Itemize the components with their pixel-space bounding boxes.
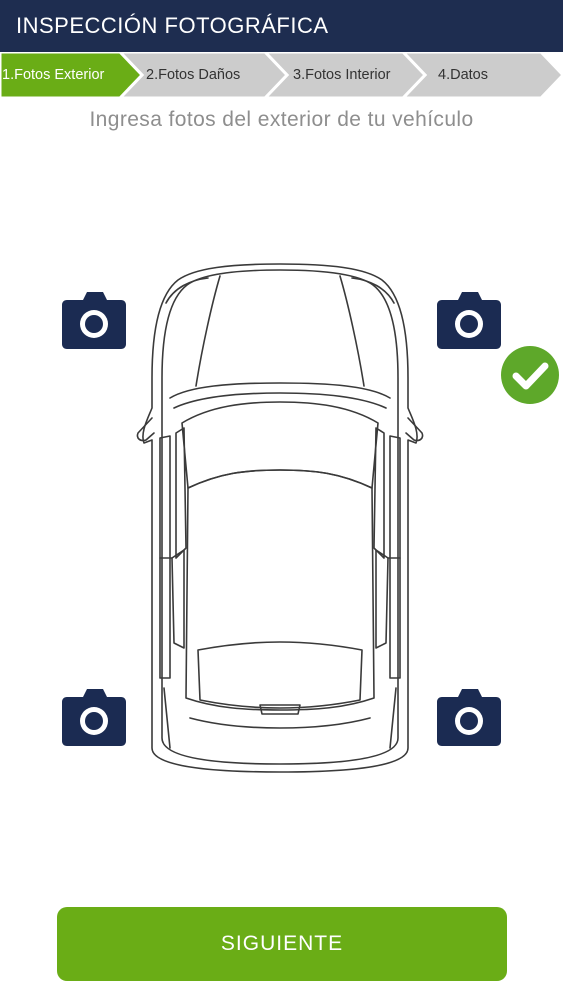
camera-icon-rear-left[interactable] <box>61 687 127 747</box>
camera-icon-front-right[interactable] <box>436 290 502 350</box>
car-top-view-diagram <box>136 263 424 773</box>
page-title: INSPECCIÓN FOTOGRÁFICA <box>16 13 329 38</box>
camera-icon-front-left[interactable] <box>61 290 127 350</box>
step-2-damage-photos[interactable]: 2.Fotos Daños <box>146 52 240 98</box>
instructions-text: Ingresa fotos del exterior de tu vehícul… <box>89 108 474 131</box>
next-button[interactable]: SIGUIENTE <box>57 907 507 981</box>
camera-icon-rear-right[interactable] <box>436 687 502 747</box>
step-1-exterior-photos[interactable]: 1.Fotos Exterior <box>2 52 104 98</box>
step-3-interior-photos[interactable]: 3.Fotos Interior <box>293 52 391 98</box>
step-4-data[interactable]: 4.Datos <box>438 52 488 98</box>
step-progress-bar: 1.Fotos Exterior 2.Fotos Daños 3.Fotos I… <box>0 52 563 98</box>
app-header: INSPECCIÓN FOTOGRÁFICA <box>0 0 563 52</box>
check-icon <box>501 346 559 404</box>
